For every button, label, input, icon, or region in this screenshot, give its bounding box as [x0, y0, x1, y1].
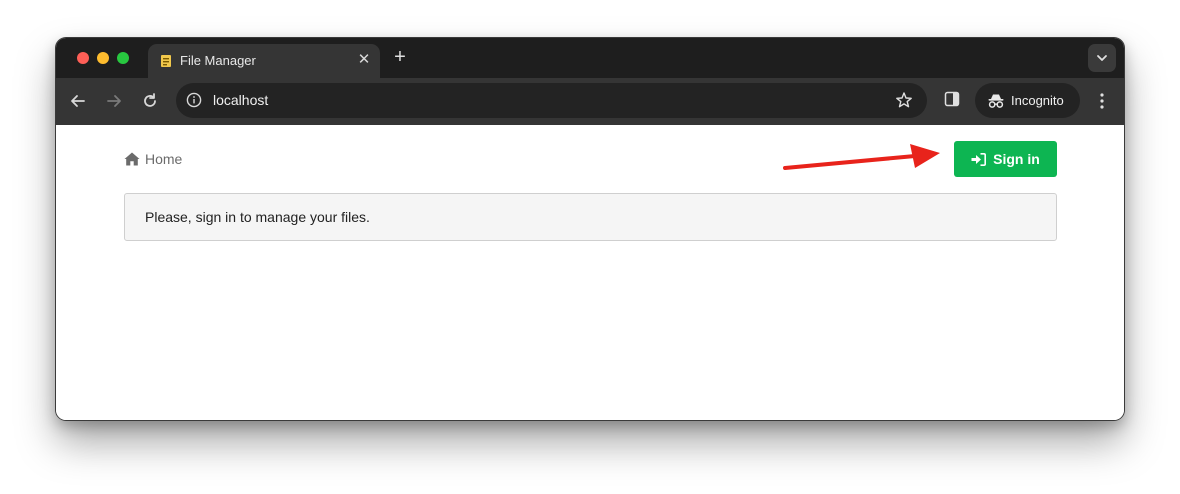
tab-file-manager[interactable]: File Manager ✕ — [148, 44, 380, 78]
tab-title: File Manager — [180, 53, 256, 68]
tab-search-button[interactable] — [1088, 44, 1116, 72]
back-arrow-icon[interactable] — [67, 90, 89, 112]
star-icon[interactable] — [895, 91, 913, 109]
breadcrumb-home-link[interactable]: Home — [145, 151, 182, 167]
browser-window: File Manager ✕ + localhost Incognito Hom… — [56, 38, 1124, 420]
tab-strip: File Manager ✕ + — [56, 38, 1124, 78]
new-tab-button[interactable]: + — [390, 47, 410, 67]
side-panel-icon[interactable] — [944, 91, 960, 107]
annotation-arrow-icon — [783, 144, 940, 170]
fullscreen-window-button[interactable] — [117, 52, 129, 64]
sign-in-button[interactable]: Sign in — [954, 141, 1057, 177]
close-window-button[interactable] — [77, 52, 89, 64]
tab-close-icon[interactable]: ✕ — [356, 52, 372, 68]
breadcrumb: Home — [124, 151, 182, 167]
info-icon[interactable] — [186, 92, 202, 108]
reload-icon[interactable] — [139, 90, 161, 112]
url-text[interactable]: localhost — [213, 92, 268, 108]
chevron-down-icon — [1097, 55, 1107, 61]
browser-toolbar: localhost Incognito — [56, 78, 1124, 125]
minimize-window-button[interactable] — [97, 52, 109, 64]
sign-in-icon — [971, 152, 987, 166]
home-icon[interactable] — [124, 152, 140, 166]
sign-in-notice-text: Please, sign in to manage your files. — [145, 209, 370, 225]
page-content: Home Sign in Please, sign in to manage y… — [56, 125, 1124, 420]
incognito-label: Incognito — [1011, 93, 1064, 108]
file-manager-favicon-icon — [161, 55, 171, 67]
more-menu-icon[interactable] — [1093, 91, 1111, 111]
incognito-icon — [988, 94, 1004, 108]
forward-arrow-icon[interactable] — [103, 90, 125, 112]
sign-in-label: Sign in — [993, 151, 1040, 167]
incognito-indicator[interactable]: Incognito — [975, 83, 1080, 118]
address-bar[interactable]: localhost — [176, 83, 927, 118]
sign-in-notice: Please, sign in to manage your files. — [124, 193, 1057, 241]
